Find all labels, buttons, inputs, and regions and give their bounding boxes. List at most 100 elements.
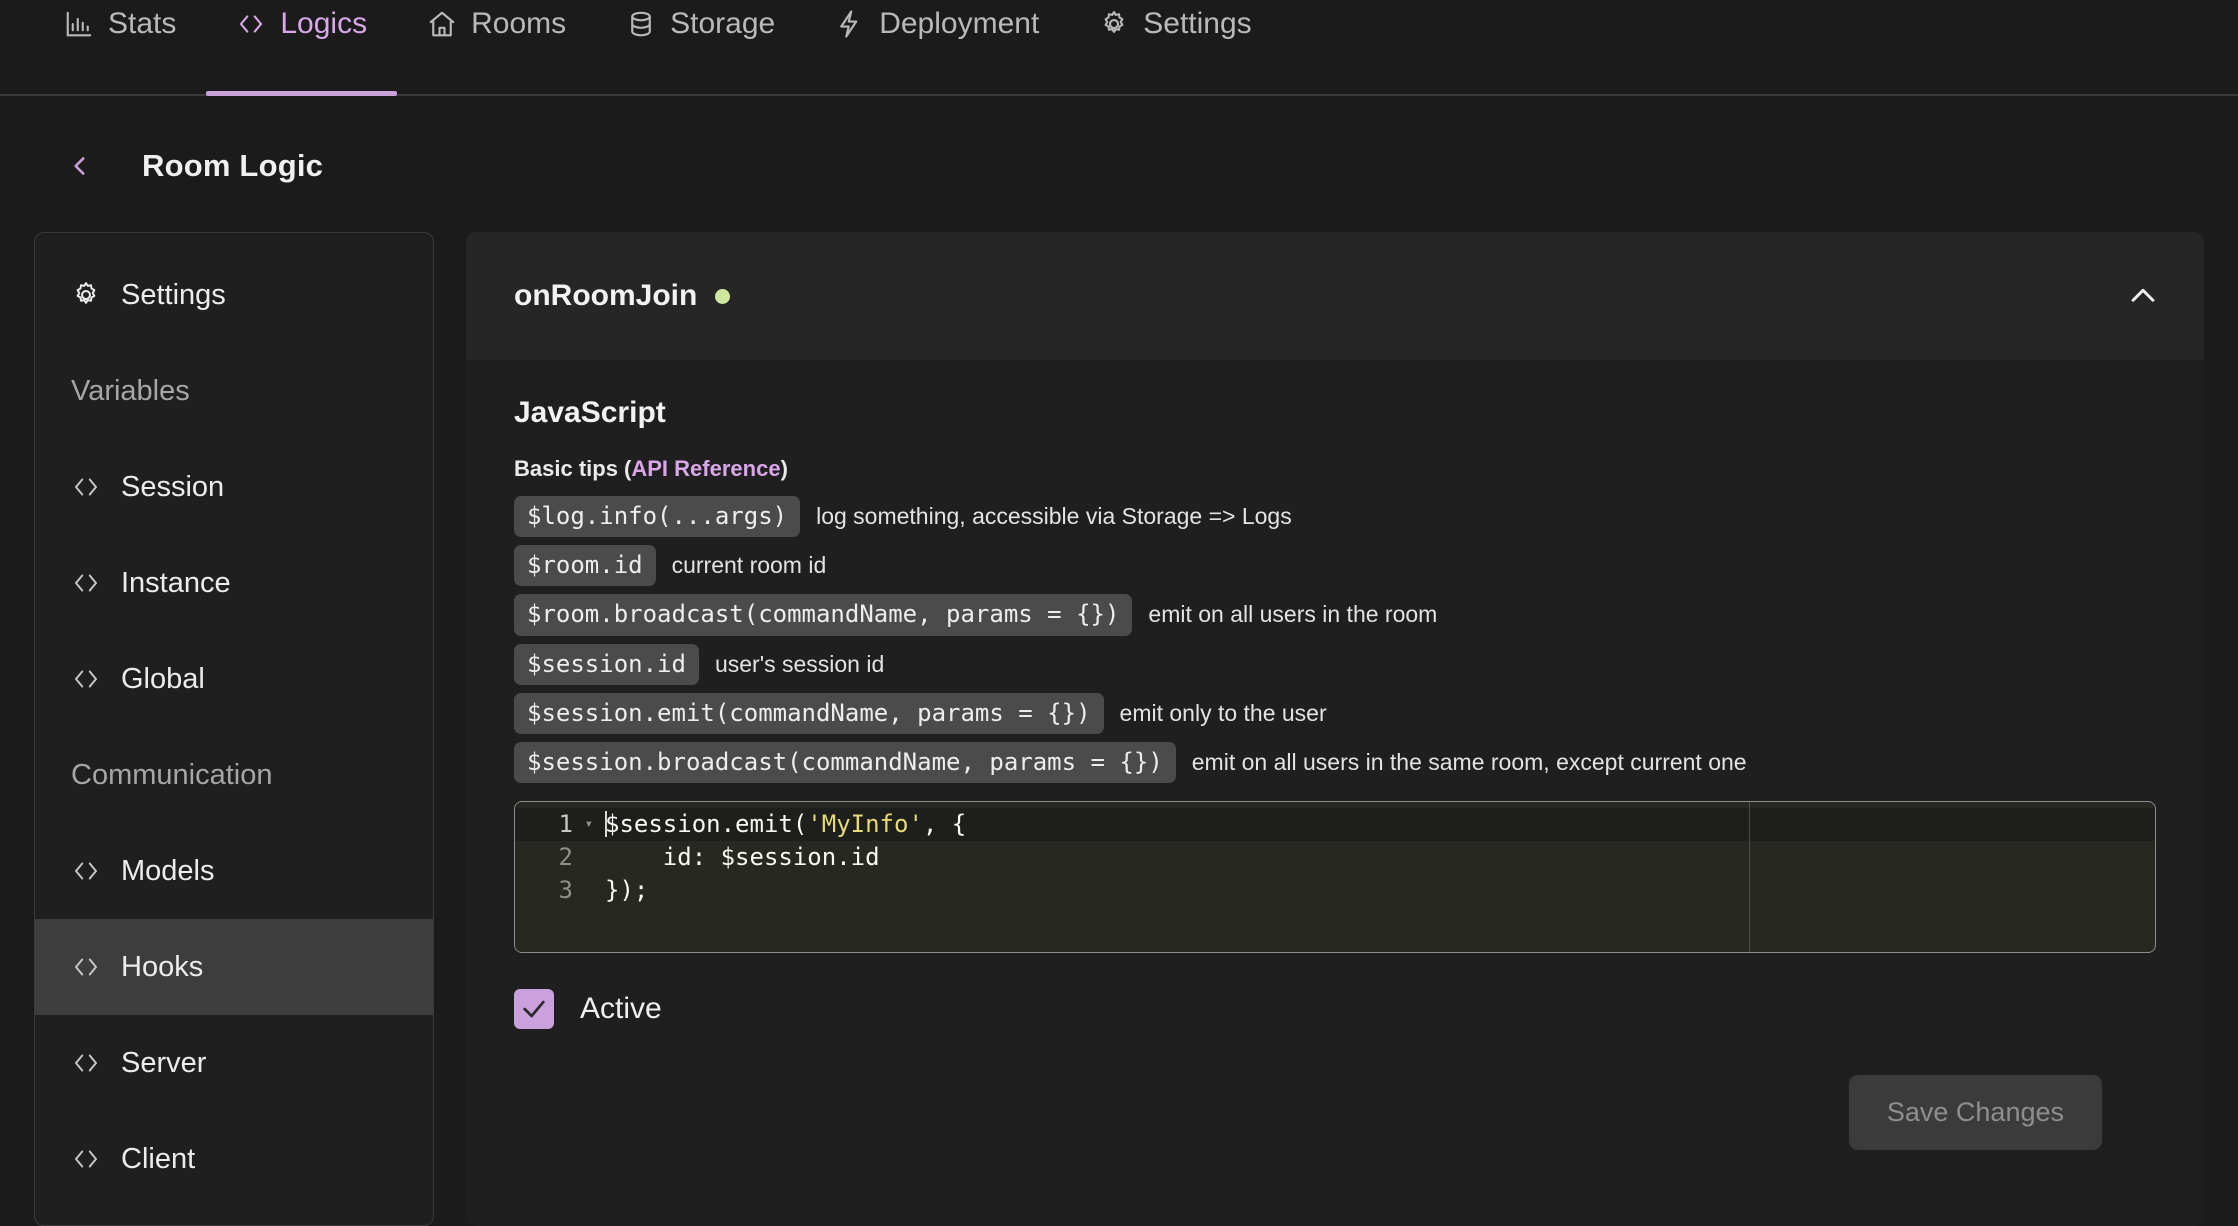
database-icon bbox=[626, 9, 656, 39]
sidebar-item-label: Session bbox=[121, 470, 225, 503]
sidebar-item-instance[interactable]: Instance bbox=[35, 535, 433, 631]
code-brackets-icon bbox=[71, 856, 101, 886]
code-line[interactable]: id: $session.id bbox=[599, 841, 2155, 874]
sidebar-item-server[interactable]: Server bbox=[35, 1015, 433, 1111]
hook-name: onRoomJoin bbox=[514, 279, 698, 312]
chevron-up-icon[interactable] bbox=[2126, 279, 2160, 313]
sidebar-item-session[interactable]: Session bbox=[35, 439, 433, 535]
lightning-bolt-icon bbox=[835, 9, 865, 39]
code-token: , { bbox=[922, 810, 967, 839]
tip-row: $log.info(...args) log something, access… bbox=[514, 496, 2156, 538]
code-token: id: $session.id bbox=[605, 843, 880, 872]
save-changes-button[interactable]: Save Changes bbox=[1848, 1075, 2102, 1151]
tab-stats[interactable]: Stats bbox=[34, 0, 206, 94]
tips-heading-text: Basic tips ( bbox=[514, 456, 632, 481]
code-brackets-icon bbox=[71, 664, 101, 694]
code-token: }); bbox=[605, 876, 649, 905]
back-button[interactable] bbox=[58, 144, 102, 188]
code-brackets-icon bbox=[71, 568, 101, 598]
sidebar-item-label: Global bbox=[121, 662, 205, 695]
sidebar-item-label: Hooks bbox=[121, 950, 204, 983]
tab-label: Rooms bbox=[471, 7, 567, 40]
chevron-left-icon bbox=[67, 153, 93, 179]
code-brackets-icon bbox=[71, 1144, 101, 1174]
tip-row: $session.broadcast(commandName, params =… bbox=[514, 741, 2156, 784]
hook-panel: onRoomJoin JavaScript Basic tips (API Re… bbox=[466, 232, 2204, 1226]
api-reference-link[interactable]: API Reference bbox=[631, 456, 780, 481]
top-navigation: Stats Logics Rooms Storage Deployment Se… bbox=[0, 0, 2238, 96]
tips-heading-close: ) bbox=[780, 456, 788, 481]
tab-label: Deployment bbox=[879, 7, 1040, 40]
line-number-value: 1 bbox=[558, 810, 573, 839]
fold-arrow-icon[interactable]: ▾ bbox=[585, 808, 593, 841]
sidebar-group-label: Communication bbox=[71, 758, 273, 791]
tab-label: Storage bbox=[670, 7, 776, 40]
sidebar-item-label: Instance bbox=[121, 566, 231, 599]
tip-row: $session.emit(commandName, params = {}) … bbox=[514, 692, 2156, 734]
code-line[interactable]: }); bbox=[599, 874, 2155, 907]
tip-code: $session.emit(commandName, params = {}) bbox=[514, 692, 1104, 734]
code-brackets-icon bbox=[71, 472, 101, 502]
tab-underline bbox=[206, 91, 398, 96]
status-dot bbox=[715, 288, 731, 304]
page-body: Settings Variables Session Instance Glob… bbox=[0, 192, 2238, 1226]
tip-row: $room.broadcast(commandName, params = {}… bbox=[514, 594, 2156, 636]
tab-rooms[interactable]: Rooms bbox=[397, 0, 596, 94]
tip-description: user's session id bbox=[714, 650, 885, 677]
sidebar-group-variables: Variables bbox=[35, 343, 433, 439]
tips-heading: Basic tips (API Reference) bbox=[514, 456, 2156, 482]
tip-description: log something, accessible via Storage =>… bbox=[816, 503, 1292, 530]
active-checkbox[interactable] bbox=[514, 989, 554, 1030]
sidebar-item-settings[interactable]: Settings bbox=[35, 247, 433, 343]
tab-settings[interactable]: Settings bbox=[1069, 0, 1281, 94]
save-bar: Save Changes bbox=[514, 1029, 2156, 1151]
code-editor[interactable]: 1 ▾ 2 3 $session.emit('MyInfo', { id: $s… bbox=[514, 801, 2156, 954]
sidebar-item-models[interactable]: Models bbox=[35, 823, 433, 919]
code-brackets-icon bbox=[71, 1048, 101, 1078]
page-title: Room Logic bbox=[142, 148, 324, 183]
code-brackets-icon bbox=[71, 952, 101, 982]
sidebar: Settings Variables Session Instance Glob… bbox=[34, 232, 434, 1226]
sidebar-item-label: Settings bbox=[121, 278, 226, 311]
line-number: 3 bbox=[515, 874, 599, 907]
sidebar-item-hooks[interactable]: Hooks bbox=[35, 919, 433, 1015]
active-toggle-row: Active bbox=[514, 989, 2156, 1030]
code-string-token: 'MyInfo' bbox=[807, 810, 923, 839]
hook-panel-header[interactable]: onRoomJoin bbox=[466, 232, 2204, 360]
tip-description: emit on all users in the same room, exce… bbox=[1191, 749, 1747, 776]
tip-code: $session.broadcast(commandName, params =… bbox=[514, 741, 1176, 784]
sidebar-item-client[interactable]: Client bbox=[35, 1111, 433, 1207]
sidebar-group-communication: Communication bbox=[35, 727, 433, 823]
house-icon bbox=[427, 9, 457, 39]
code-token: $session.emit( bbox=[605, 810, 808, 839]
bar-chart-icon bbox=[64, 9, 94, 39]
tip-description: emit on all users in the room bbox=[1148, 601, 1438, 628]
tip-row: $room.id current room id bbox=[514, 545, 2156, 587]
sidebar-item-label: Client bbox=[121, 1142, 196, 1175]
tab-label: Logics bbox=[280, 7, 368, 40]
tab-deployment[interactable]: Deployment bbox=[805, 0, 1069, 94]
tip-code: $room.id bbox=[514, 545, 656, 587]
code-line[interactable]: $session.emit('MyInfo', { bbox=[599, 808, 2155, 842]
tip-code: $session.id bbox=[514, 643, 699, 685]
tip-row: $session.id user's session id bbox=[514, 643, 2156, 685]
tip-description: emit only to the user bbox=[1119, 699, 1327, 726]
editor-code-area[interactable]: $session.emit('MyInfo', { id: $session.i… bbox=[599, 802, 2155, 953]
gear-icon bbox=[1099, 9, 1129, 39]
tab-label: Settings bbox=[1143, 7, 1252, 40]
line-number-value: 2 bbox=[558, 843, 573, 872]
sidebar-item-label: Models bbox=[121, 854, 215, 887]
page-header: Room Logic bbox=[0, 96, 2238, 192]
code-brackets-icon bbox=[236, 9, 266, 39]
tab-storage[interactable]: Storage bbox=[596, 0, 805, 94]
sidebar-item-global[interactable]: Global bbox=[35, 631, 433, 727]
sidebar-group-label: Variables bbox=[71, 374, 190, 407]
active-label: Active bbox=[580, 992, 662, 1026]
tab-logics[interactable]: Logics bbox=[206, 0, 398, 96]
editor-ruler bbox=[1749, 802, 1750, 953]
line-number-value: 3 bbox=[558, 876, 573, 905]
tip-code: $room.broadcast(commandName, params = {}… bbox=[514, 594, 1133, 636]
editor-gutter: 1 ▾ 2 3 bbox=[515, 802, 599, 953]
tab-label: Stats bbox=[108, 7, 177, 40]
tip-description: current room id bbox=[671, 552, 827, 579]
